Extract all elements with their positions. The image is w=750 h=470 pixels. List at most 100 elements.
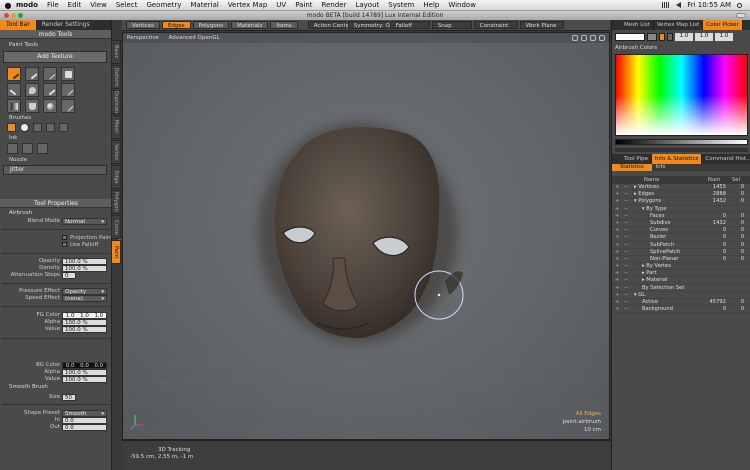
viewport-rotate-icon[interactable] bbox=[590, 35, 596, 41]
subtab-statistics[interactable]: Statistics bbox=[612, 164, 652, 171]
remove-icon[interactable]: − bbox=[624, 256, 630, 263]
tab-command-history[interactable]: Command Hist... bbox=[702, 154, 750, 164]
remove-icon[interactable]: − bbox=[624, 227, 630, 234]
fg-value-field[interactable]: 100.0 % bbox=[62, 326, 107, 333]
add-icon[interactable]: + bbox=[615, 270, 621, 277]
clock[interactable]: Fri 10:55 AM bbox=[687, 1, 731, 9]
add-icon[interactable]: + bbox=[615, 184, 621, 191]
zoom-window-icon[interactable] bbox=[18, 13, 23, 18]
green-field[interactable]: 1.0 bbox=[695, 33, 713, 41]
remove-icon[interactable]: − bbox=[624, 270, 630, 277]
swatch-options-icon[interactable] bbox=[647, 33, 657, 41]
work-plane-dropdown[interactable]: Work Plane bbox=[519, 21, 564, 29]
bg-color-swatch[interactable]: 0.0 0.0 0.0 bbox=[62, 362, 107, 369]
constraint-dropdown[interactable]: Constraint bbox=[473, 21, 518, 29]
add-icon[interactable]: + bbox=[615, 206, 621, 213]
menu-system[interactable]: System bbox=[388, 1, 414, 9]
speed-effect-select[interactable]: (none) bbox=[62, 295, 107, 303]
remove-icon[interactable]: − bbox=[624, 299, 630, 306]
col-num[interactable]: Num bbox=[708, 176, 720, 184]
color-swatch-row[interactable] bbox=[615, 148, 748, 152]
brush-custom-icon[interactable] bbox=[58, 123, 68, 132]
pen-tool-icon[interactable] bbox=[42, 67, 57, 81]
line-tool-icon[interactable] bbox=[60, 83, 75, 97]
in-field[interactable]: 0.0 bbox=[62, 417, 107, 424]
add-icon[interactable]: + bbox=[615, 306, 621, 313]
tab-info-statistics[interactable]: Info & Statistics bbox=[652, 154, 703, 164]
menu-render[interactable]: Render bbox=[322, 1, 347, 9]
falloff-dropdown[interactable]: Falloff bbox=[389, 21, 430, 29]
add-texture-button[interactable]: Add Texture bbox=[3, 51, 107, 63]
tab-render-settings[interactable]: Render Settings bbox=[36, 20, 96, 30]
tab-tool-pipe[interactable]: Tool Pipe bbox=[612, 154, 653, 164]
action-center-dropdown[interactable]: Action Center bbox=[307, 21, 351, 29]
menu-layout[interactable]: Layout bbox=[355, 1, 379, 9]
size-field[interactable]: 50 bbox=[62, 394, 76, 401]
stat-row[interactable]: + − SubPatch 0 0 bbox=[612, 242, 750, 249]
vtab-edge[interactable]: Edge bbox=[111, 165, 121, 189]
menu-material[interactable]: Material bbox=[190, 1, 218, 9]
swatch-copy-icon[interactable] bbox=[667, 33, 673, 41]
bg-blue-value[interactable]: 0.0 bbox=[92, 363, 106, 369]
volume-icon[interactable] bbox=[676, 2, 682, 8]
viewport-zoom-icon[interactable] bbox=[581, 35, 587, 41]
stat-row[interactable]: + − ▸ Edges 2888 0 bbox=[612, 191, 750, 199]
remove-icon[interactable]: − bbox=[624, 263, 630, 270]
expand-arrow-icon[interactable]: ▸ bbox=[634, 184, 637, 190]
fg-color-swatch[interactable]: 1.0 1.0 1.0 bbox=[62, 312, 107, 319]
airbrush-tool-icon[interactable] bbox=[7, 67, 21, 81]
expand-arrow-icon[interactable]: ▾ bbox=[642, 206, 645, 212]
ink-image-icon[interactable] bbox=[7, 143, 18, 154]
tab-polygons[interactable]: Polygons bbox=[192, 21, 230, 29]
tab-vertices[interactable]: Vertices bbox=[126, 21, 160, 29]
add-icon[interactable]: + bbox=[615, 249, 621, 256]
brush-gear-icon[interactable] bbox=[45, 123, 55, 132]
add-icon[interactable]: + bbox=[615, 263, 621, 270]
remove-icon[interactable]: − bbox=[624, 198, 630, 205]
out-field[interactable]: 0.0 bbox=[62, 424, 107, 431]
fill-bucket-icon[interactable] bbox=[24, 99, 39, 113]
opacity-field[interactable]: 100.0 % bbox=[62, 258, 107, 265]
remove-icon[interactable]: − bbox=[624, 285, 630, 292]
render-mode-label[interactable]: Advanced OpenGL bbox=[169, 35, 220, 41]
stamp-tool-icon[interactable] bbox=[60, 67, 75, 81]
vtab-polygon[interactable]: Polygon bbox=[111, 190, 121, 214]
3d-viewport[interactable]: Perspective Advanced OpenGL All Edges pa… bbox=[122, 32, 610, 440]
add-icon[interactable]: + bbox=[615, 191, 621, 198]
bg-red-value[interactable]: 0.0 bbox=[63, 363, 77, 369]
bg-value-field[interactable]: 100.0 % bbox=[62, 376, 107, 383]
menu-edit[interactable]: Edit bbox=[68, 1, 82, 9]
subtab-info[interactable]: Info bbox=[652, 164, 670, 171]
menu-geometry[interactable]: Geometry bbox=[146, 1, 181, 9]
col-sel[interactable]: Sel bbox=[732, 176, 740, 184]
projection-painting-checkbox[interactable] bbox=[62, 235, 67, 240]
expand-arrow-icon[interactable]: ▸ bbox=[642, 277, 645, 283]
col-name[interactable]: Name bbox=[644, 176, 659, 184]
stat-row[interactable]: + − Bezier 0 0 bbox=[612, 234, 750, 242]
stat-row[interactable]: + − ▸ Material bbox=[612, 277, 750, 285]
eraser-tool-icon[interactable] bbox=[42, 83, 57, 97]
add-icon[interactable]: + bbox=[615, 227, 621, 234]
expand-arrow-icon[interactable]: ▾ bbox=[634, 198, 637, 204]
use-falloff-checkbox[interactable] bbox=[62, 242, 67, 247]
density-field[interactable]: 100.0 % bbox=[62, 265, 107, 272]
add-icon[interactable]: + bbox=[615, 198, 621, 205]
stat-row[interactable]: + − Non-Planar 0 0 bbox=[612, 256, 750, 264]
vtab-mesh-edit[interactable]: Mesh Edit bbox=[111, 115, 121, 139]
smudge-tool-icon[interactable] bbox=[7, 83, 21, 97]
jitter-button[interactable]: Jitter bbox=[3, 165, 107, 175]
grayscale-strip[interactable] bbox=[615, 139, 748, 145]
add-icon[interactable]: + bbox=[615, 234, 621, 241]
stat-row[interactable]: + − ▸ By Vertex bbox=[612, 263, 750, 271]
stat-row[interactable]: + − By Selection Set bbox=[612, 285, 750, 292]
add-icon[interactable]: + bbox=[615, 277, 621, 284]
vtab-duplicate[interactable]: Duplicate bbox=[111, 90, 121, 114]
bg-alpha-field[interactable]: 100.0 % bbox=[62, 369, 107, 376]
add-icon[interactable]: + bbox=[615, 292, 621, 299]
add-icon[interactable]: + bbox=[615, 299, 621, 306]
tab-vertex-map-list[interactable]: Vertex Map List bbox=[654, 20, 704, 30]
stat-row[interactable]: + − ▾ GL bbox=[612, 292, 750, 299]
add-icon[interactable]: + bbox=[615, 220, 621, 227]
stat-row[interactable]: + − ▸ Vertices 1455 0 bbox=[612, 184, 750, 192]
red-field[interactable]: 1.0 bbox=[675, 33, 693, 41]
